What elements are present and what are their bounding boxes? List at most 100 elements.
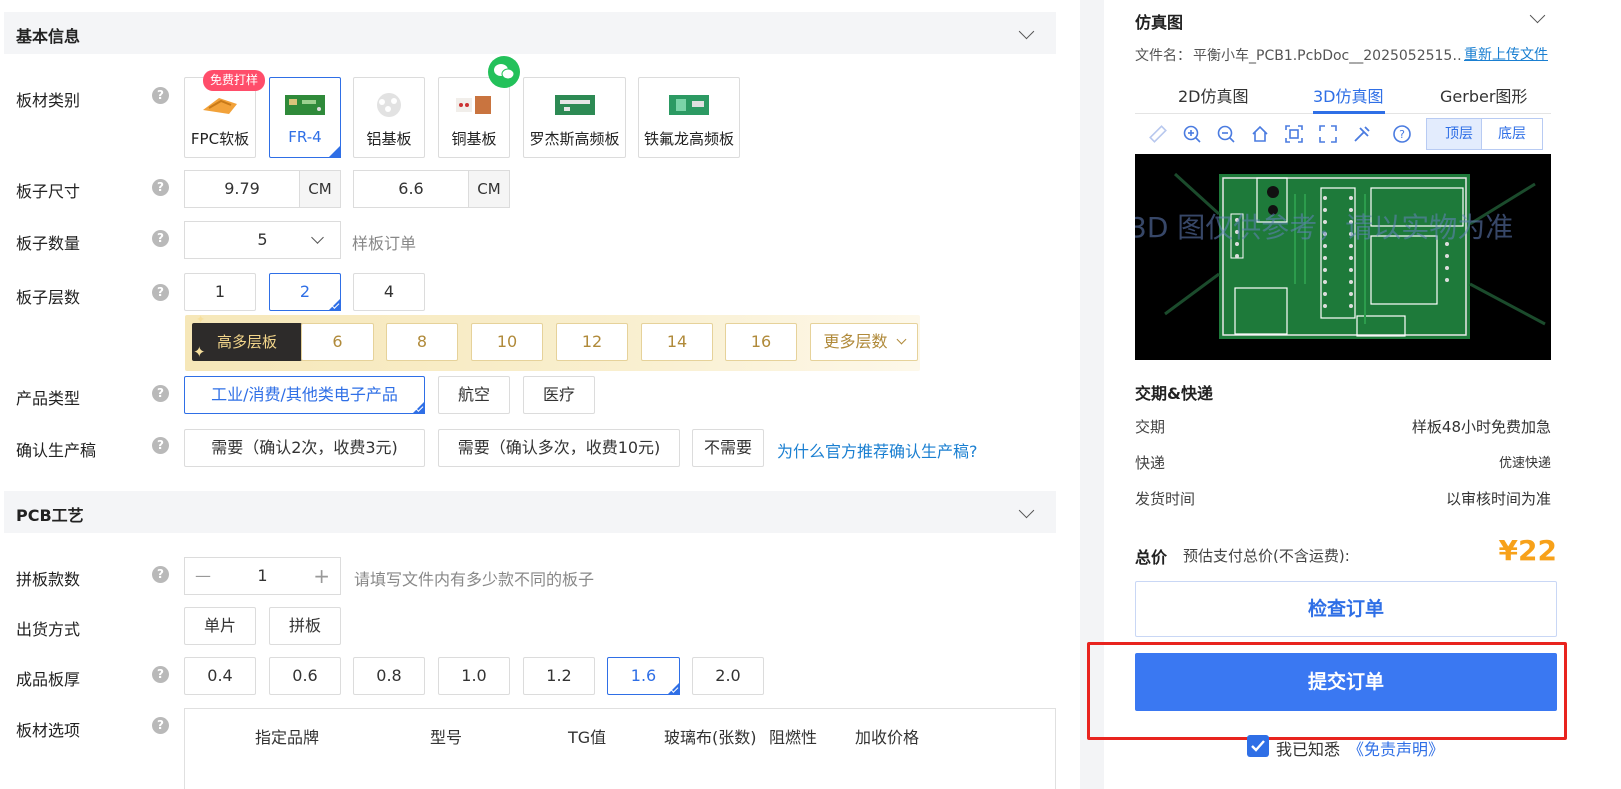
product-aviation[interactable]: 航空 bbox=[438, 376, 510, 414]
layer-option-6[interactable]: 6 bbox=[301, 323, 374, 361]
layer-option-10[interactable]: 10 bbox=[471, 323, 543, 361]
why-confirm-link[interactable]: 为什么官方推荐确认生产稿? bbox=[777, 438, 978, 462]
material-rogers[interactable]: 罗杰斯高频板 bbox=[523, 77, 626, 158]
high-layer-badge[interactable]: 高多层板 bbox=[192, 323, 302, 361]
thickness-0-8[interactable]: 0.8 bbox=[353, 657, 425, 695]
section-title: 基本信息 bbox=[16, 27, 81, 46]
chevron-down-icon bbox=[311, 231, 324, 244]
agree-checkbox[interactable] bbox=[1247, 735, 1269, 757]
more-layers-text: 更多层数 bbox=[823, 332, 888, 351]
layer-option-14[interactable]: 14 bbox=[641, 323, 713, 361]
reupload-link[interactable]: 重新上传文件 bbox=[1464, 44, 1548, 64]
section-basic-info[interactable]: 基本信息 bbox=[4, 12, 1056, 54]
disclaimer-link[interactable]: 《免责声明》 bbox=[1348, 736, 1444, 760]
tab-2d[interactable]: 2D仿真图 bbox=[1178, 83, 1249, 107]
material-fr4[interactable]: FR-4 bbox=[269, 77, 341, 158]
tab-gerber[interactable]: Gerber图形 bbox=[1440, 83, 1527, 107]
material-label-text: 铝基板 bbox=[366, 130, 412, 148]
aluminum-board-icon bbox=[377, 93, 401, 117]
material-label-text: FR-4 bbox=[288, 128, 322, 146]
minus-icon[interactable]: — bbox=[195, 558, 211, 594]
wechat-icon[interactable] bbox=[488, 56, 520, 88]
help-icon[interactable]: ? bbox=[1392, 124, 1412, 144]
help-icon[interactable]: ? bbox=[152, 666, 169, 683]
help-icon[interactable]: ? bbox=[152, 179, 169, 196]
thickness-0-6[interactable]: 0.6 bbox=[269, 657, 341, 695]
total-hint: 预估支付总价(不含运费): bbox=[1183, 547, 1350, 565]
file-name: 平衡小车_PCB1.PcbDoc__2025052515… bbox=[1193, 48, 1463, 64]
confirm-none[interactable]: 不需要 bbox=[692, 429, 764, 467]
layer-option-12[interactable]: 12 bbox=[556, 323, 628, 361]
layer-option-4[interactable]: 4 bbox=[353, 273, 425, 311]
help-icon[interactable]: ? bbox=[152, 717, 169, 734]
help-icon[interactable]: ? bbox=[152, 385, 169, 402]
ruler-icon[interactable] bbox=[1148, 124, 1168, 144]
material-label: 板材类别 bbox=[16, 91, 81, 110]
chevron-down-icon bbox=[896, 334, 906, 345]
layer-option-16[interactable]: 16 bbox=[725, 323, 797, 361]
home-icon[interactable] bbox=[1250, 124, 1270, 144]
panel-count-hint: 请填写文件内有多少款不同的板子 bbox=[354, 570, 595, 589]
quantity-select[interactable]: 5 bbox=[184, 221, 341, 259]
delivery-value: 样板48小时免费加急 bbox=[1411, 418, 1551, 436]
tab-3d[interactable]: 3D仿真图 bbox=[1313, 83, 1384, 107]
agree-text: 我已知悉 bbox=[1276, 740, 1341, 759]
layer-option-8[interactable]: 8 bbox=[386, 323, 458, 361]
high-layer-text: 高多层板 bbox=[216, 333, 277, 351]
chevron-down-icon[interactable] bbox=[1018, 23, 1035, 40]
panel-count-stepper[interactable]: — 1 + bbox=[184, 557, 341, 595]
zoom-in-icon[interactable] bbox=[1182, 124, 1202, 144]
height-input[interactable]: 6.6 bbox=[353, 170, 469, 208]
help-icon[interactable]: ? bbox=[152, 87, 169, 104]
material-label-text: 铁氟龙高频板 bbox=[643, 130, 734, 148]
ship-single[interactable]: 单片 bbox=[184, 607, 256, 645]
thickness-1-6[interactable]: 1.6 bbox=[607, 657, 680, 695]
confirm-multiple[interactable]: 需要（确认多次，收费10元) bbox=[438, 429, 680, 467]
check-order-button[interactable]: 检查订单 bbox=[1135, 581, 1557, 637]
chevron-down-icon[interactable] bbox=[1529, 7, 1546, 24]
submit-order-button[interactable]: 提交订单 bbox=[1135, 653, 1557, 711]
table-header: TG值 bbox=[568, 728, 607, 747]
chevron-down-icon[interactable] bbox=[1018, 502, 1035, 519]
table-header: 阻燃性 bbox=[769, 728, 818, 747]
material-teflon[interactable]: 铁氟龙高频板 bbox=[638, 77, 740, 158]
table-header: 玻璃布(张数) bbox=[664, 728, 757, 747]
fullscreen-icon[interactable] bbox=[1318, 124, 1338, 144]
size-label: 板子尺寸 bbox=[16, 182, 81, 201]
plus-icon[interactable]: + bbox=[313, 558, 330, 594]
section-pcb-process[interactable]: PCB工艺 bbox=[4, 491, 1056, 533]
thickness-1-2[interactable]: 1.2 bbox=[523, 657, 595, 695]
thickness-0-4[interactable]: 0.4 bbox=[184, 657, 256, 695]
width-input[interactable]: 9.79 bbox=[184, 170, 300, 208]
material-aluminum[interactable]: 铝基板 bbox=[353, 77, 425, 158]
more-layers-button[interactable]: 更多层数 bbox=[810, 323, 918, 361]
tools-icon[interactable] bbox=[1352, 124, 1372, 144]
thickness-1-0[interactable]: 1.0 bbox=[438, 657, 510, 695]
ship-time-key: 发货时间 bbox=[1135, 490, 1196, 508]
help-icon[interactable]: ? bbox=[152, 284, 169, 301]
layer-option-2[interactable]: 2 bbox=[269, 273, 341, 311]
file-name-label: 文件名： bbox=[1135, 48, 1191, 64]
help-icon[interactable]: ? bbox=[152, 566, 169, 583]
ship-panel[interactable]: 拼板 bbox=[269, 607, 341, 645]
material-copper[interactable]: 铜基板 bbox=[438, 77, 510, 158]
zoom-out-icon[interactable] bbox=[1216, 124, 1236, 144]
pcb-3d-preview[interactable]: 3D 图仅供参考，请以实物为准 bbox=[1135, 154, 1551, 360]
product-medical[interactable]: 医疗 bbox=[523, 376, 595, 414]
total-label: 总价 bbox=[1135, 548, 1168, 567]
product-type-label: 产品类型 bbox=[16, 389, 81, 408]
fit-icon[interactable] bbox=[1284, 124, 1304, 144]
confirm-twice[interactable]: 需要（确认2次，收费3元) bbox=[184, 429, 425, 467]
free-sample-badge: 免费打样 bbox=[203, 70, 266, 91]
product-consumer[interactable]: 工业/消费/其他类电子产品 bbox=[184, 376, 425, 414]
sim-title: 仿真图 bbox=[1135, 13, 1184, 32]
express-value[interactable]: 优速快递 bbox=[1499, 452, 1551, 471]
help-icon[interactable]: ? bbox=[152, 230, 169, 247]
section-title: PCB工艺 bbox=[16, 506, 84, 525]
thickness-2-0[interactable]: 2.0 bbox=[692, 657, 764, 695]
help-icon[interactable]: ? bbox=[152, 437, 169, 454]
shipping-method-label: 出货方式 bbox=[16, 620, 81, 639]
pcb-board-image bbox=[1164, 172, 1546, 339]
layer-option-1[interactable]: 1 bbox=[184, 273, 256, 311]
layer-bottom-button[interactable]: 底层 bbox=[1481, 118, 1543, 150]
